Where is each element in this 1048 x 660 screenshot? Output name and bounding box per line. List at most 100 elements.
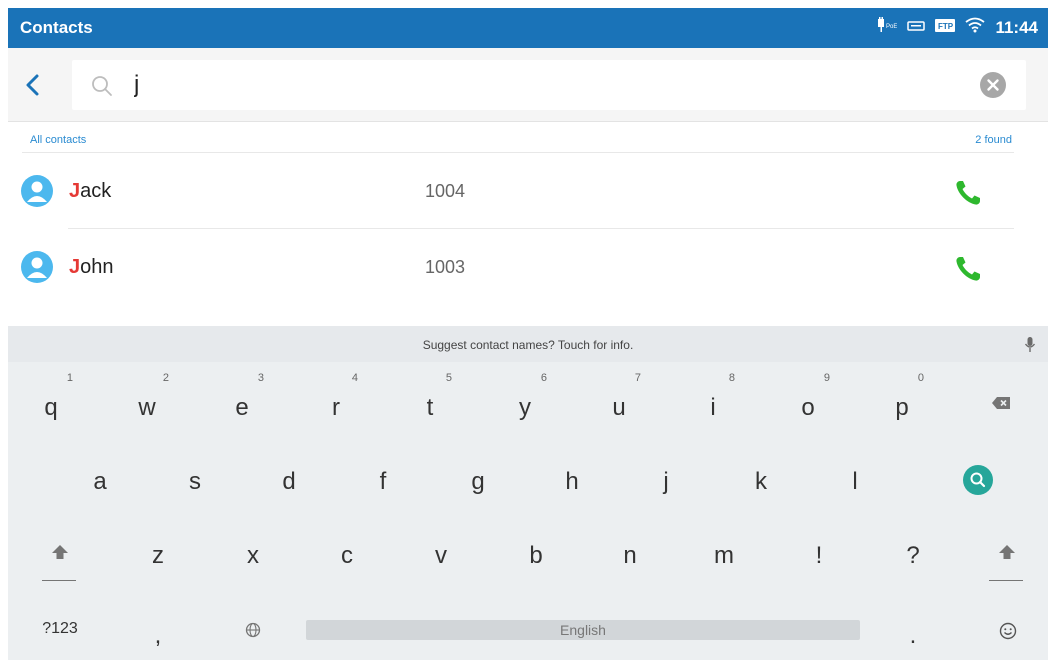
globe-icon [245,622,261,638]
key-y[interactable]: 6y [485,366,565,436]
svg-text:FTP: FTP [938,22,954,31]
shift-icon [999,545,1015,559]
suggestion-text: Suggest contact names? Touch for info. [422,338,634,352]
ftp-icon: FTP [935,18,956,37]
key-label: k [755,468,767,495]
key-label: z [152,542,164,569]
search-go-key[interactable] [963,465,993,495]
usb-keyboard-icon [907,19,926,37]
key-e[interactable]: 3e [202,366,282,436]
poe-power-icon: PoE [875,17,898,38]
app-title: Contacts [20,18,93,37]
search-icon [970,472,986,488]
key-label: o [801,394,815,421]
key-label: e [235,394,249,421]
key-label: y [519,394,531,421]
contact-number: 1003 [425,257,466,277]
key-label: t [426,394,434,421]
key-label: q [44,394,58,421]
shift-key-right[interactable] [967,514,1047,584]
key-label: u [612,394,626,421]
key-hint: 3 [257,372,264,384]
key-r[interactable]: 4r [296,366,376,436]
clear-search-button[interactable] [980,72,1006,98]
search-input[interactable] [134,70,934,100]
shift-underline [989,580,1023,581]
key-g[interactable]: g [438,440,518,510]
key-m[interactable]: m [684,514,764,584]
microphone-icon[interactable] [1024,336,1036,359]
key-label: g [471,468,485,495]
key-q[interactable]: 1q [11,366,91,436]
phone-icon [956,257,980,281]
key-w[interactable]: 2w [107,366,187,436]
key-j[interactable]: j [626,440,706,510]
phone-icon [956,181,980,205]
space-bar[interactable]: English [306,620,860,640]
key-u[interactable]: 7u [579,366,659,436]
key-s[interactable]: s [155,440,235,510]
key-v[interactable]: v [401,514,481,584]
search-bar [8,48,1048,122]
status-bar: Contacts PoE FTP 11:44 [8,8,1048,48]
key-label: ! [815,542,823,569]
section-label: All contacts [30,134,87,146]
name-rest: ohn [80,256,114,278]
key-question[interactable]: ? [873,514,953,584]
back-button[interactable] [20,70,46,100]
smiley-icon [999,622,1017,640]
key-label: n [623,542,637,569]
key-label: i [710,394,716,421]
name-rest: ack [80,180,112,202]
key-a[interactable]: a [60,440,140,510]
chevron-left-icon [26,74,39,96]
call-button[interactable] [951,252,985,286]
symbols-key[interactable]: ?123 [20,598,100,660]
svg-text:PoE: PoE [886,24,897,30]
person-icon [27,257,47,278]
keyboard: 1q 2w 3e 4r 5t 6y 7u 8i 9o 0p a s d f g … [8,362,1048,660]
key-b[interactable]: b [496,514,576,584]
backspace-key[interactable] [960,366,1040,436]
emoji-key[interactable] [967,598,1047,660]
key-label: , [154,622,162,649]
key-label: x [247,542,259,569]
contact-name: John [69,256,114,279]
avatar [21,251,53,283]
key-period[interactable]: . [873,598,953,660]
call-button[interactable] [951,176,985,210]
contact-row[interactable]: John 1003 [8,230,1038,304]
shift-icon [52,545,68,559]
key-label: v [435,542,447,569]
name-match: J [69,256,81,278]
key-p[interactable]: 0p [862,366,942,436]
key-h[interactable]: h [532,440,612,510]
key-d[interactable]: d [249,440,329,510]
key-i[interactable]: 8i [673,366,753,436]
person-icon [27,181,47,202]
suggestion-strip[interactable]: Suggest contact names? Touch for info. [8,326,1048,362]
key-l[interactable]: l [815,440,895,510]
key-label: d [282,468,296,495]
key-k[interactable]: k [721,440,801,510]
key-o[interactable]: 9o [768,366,848,436]
key-exclamation[interactable]: ! [779,514,859,584]
key-hint: 4 [351,372,358,384]
key-x[interactable]: x [213,514,293,584]
key-n[interactable]: n [590,514,670,584]
shift-key-left[interactable] [20,514,100,584]
key-label: ? [906,542,920,569]
key-c[interactable]: c [307,514,387,584]
key-label: f [379,468,387,495]
key-hint: 0 [917,372,924,384]
key-f[interactable]: f [343,440,423,510]
contact-row[interactable]: Jack 1004 [8,154,1038,228]
key-hint: 7 [634,372,641,384]
key-label: a [93,468,107,495]
key-hint: 6 [540,372,547,384]
key-comma[interactable]: , [118,598,198,660]
clock: 11:44 [995,17,1038,37]
key-t[interactable]: 5t [390,366,470,436]
key-z[interactable]: z [118,514,198,584]
language-key[interactable] [213,598,293,660]
